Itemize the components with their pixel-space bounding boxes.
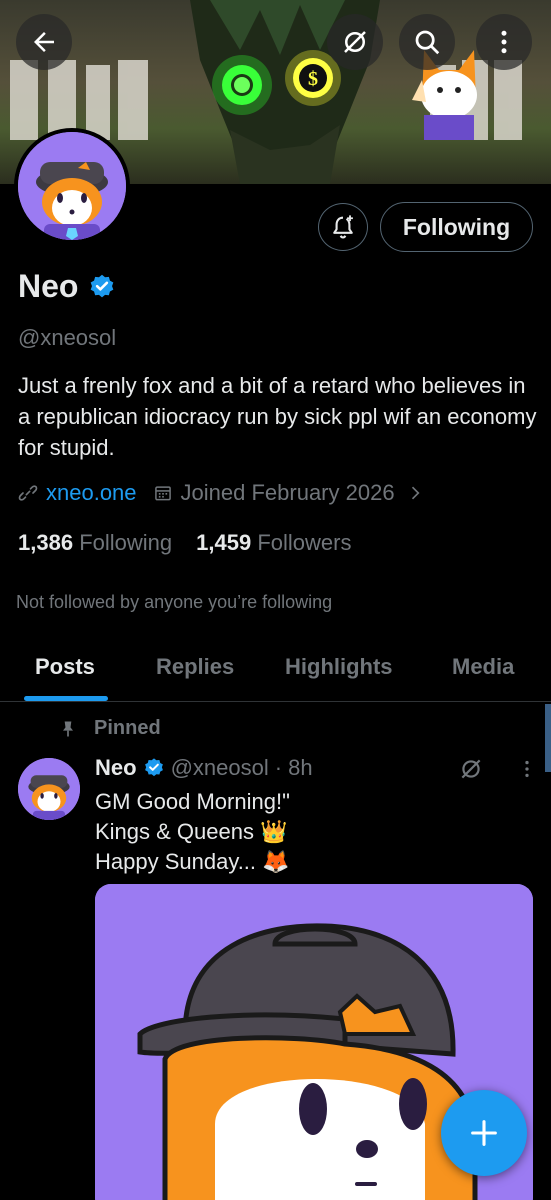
calendar-icon bbox=[154, 486, 171, 501]
profile-joined-date: Joined February 2026 bbox=[180, 480, 395, 505]
post-text-line: GM Good Morning!" bbox=[95, 789, 290, 814]
verified-badge-icon bbox=[144, 758, 163, 777]
pinned-label: Pinned bbox=[94, 717, 161, 739]
more-options-button[interactable] bbox=[476, 14, 532, 70]
fox-avatar-image bbox=[18, 132, 126, 240]
mutual-followers-note: Not followed by anyone you’re following bbox=[16, 592, 333, 612]
following-count: 1,386 bbox=[18, 530, 74, 555]
post-text: GM Good Morning!" Kings & Queens 👑 Happy… bbox=[95, 787, 290, 877]
post-text-line: Happy Sunday... 🦊 bbox=[95, 849, 290, 874]
profile-bio: Just a frenly fox and a bit of a retard … bbox=[18, 373, 537, 460]
followers-label: Followers bbox=[257, 530, 352, 555]
plus-icon bbox=[471, 1120, 497, 1146]
compose-post-button[interactable] bbox=[441, 1090, 527, 1176]
profile-meta: xneo.one Joined February 2026 bbox=[18, 480, 425, 506]
bell-plus-icon bbox=[333, 215, 353, 239]
following-button[interactable]: Following bbox=[380, 202, 533, 252]
post-timestamp: · 8h bbox=[274, 755, 313, 780]
grok-button[interactable] bbox=[327, 14, 383, 70]
profile-stats: 1,386 Following 1,459 Followers bbox=[18, 530, 351, 556]
post-author-name[interactable]: Neo bbox=[95, 755, 137, 781]
tab-media[interactable]: Media bbox=[452, 654, 514, 680]
svg-text:$: $ bbox=[308, 68, 318, 90]
arrow-left-icon bbox=[34, 32, 54, 52]
post-author-avatar[interactable] bbox=[18, 758, 80, 820]
profile-avatar[interactable] bbox=[14, 128, 130, 244]
profile-tabs: Posts Replies Highlights Media bbox=[0, 640, 551, 702]
following-label: Following bbox=[79, 530, 173, 555]
tab-posts[interactable]: Posts bbox=[35, 654, 95, 680]
active-tab-indicator bbox=[24, 696, 108, 701]
link-icon bbox=[18, 485, 38, 501]
search-icon bbox=[415, 30, 440, 55]
post-text-line: Kings & Queens 👑 bbox=[95, 819, 288, 844]
tab-highlights[interactable]: Highlights bbox=[285, 654, 393, 680]
notifications-button[interactable] bbox=[318, 203, 368, 251]
followers-count: 1,459 bbox=[196, 530, 252, 555]
profile-website-link[interactable]: xneo.one bbox=[46, 480, 137, 506]
verified-badge-icon[interactable] bbox=[88, 273, 116, 301]
profile-handle: @xneosol bbox=[18, 325, 117, 350]
grok-icon bbox=[344, 31, 366, 53]
grok-icon[interactable] bbox=[458, 756, 484, 782]
more-vertical-icon[interactable] bbox=[516, 756, 538, 782]
more-vertical-icon bbox=[501, 30, 507, 54]
fox-avatar-image bbox=[18, 758, 80, 820]
profile-name-row: Neo bbox=[18, 268, 116, 305]
following-count-link[interactable]: 1,386 Following bbox=[18, 530, 172, 556]
tab-replies[interactable]: Replies bbox=[156, 654, 234, 680]
chevron-right-icon[interactable] bbox=[405, 483, 425, 503]
profile-name: Neo bbox=[18, 268, 79, 304]
scrollbar[interactable] bbox=[545, 704, 551, 772]
followers-count-link[interactable]: 1,459 Followers bbox=[196, 530, 351, 556]
pin-icon bbox=[63, 721, 73, 736]
post-actions bbox=[458, 756, 538, 782]
post-header: Neo @xneosol · 8h bbox=[95, 755, 313, 781]
back-button[interactable] bbox=[16, 14, 72, 70]
pinned-label-row: Pinned bbox=[58, 717, 161, 740]
post-author-handle[interactable]: @xneosol bbox=[171, 755, 269, 781]
search-button[interactable] bbox=[399, 14, 455, 70]
